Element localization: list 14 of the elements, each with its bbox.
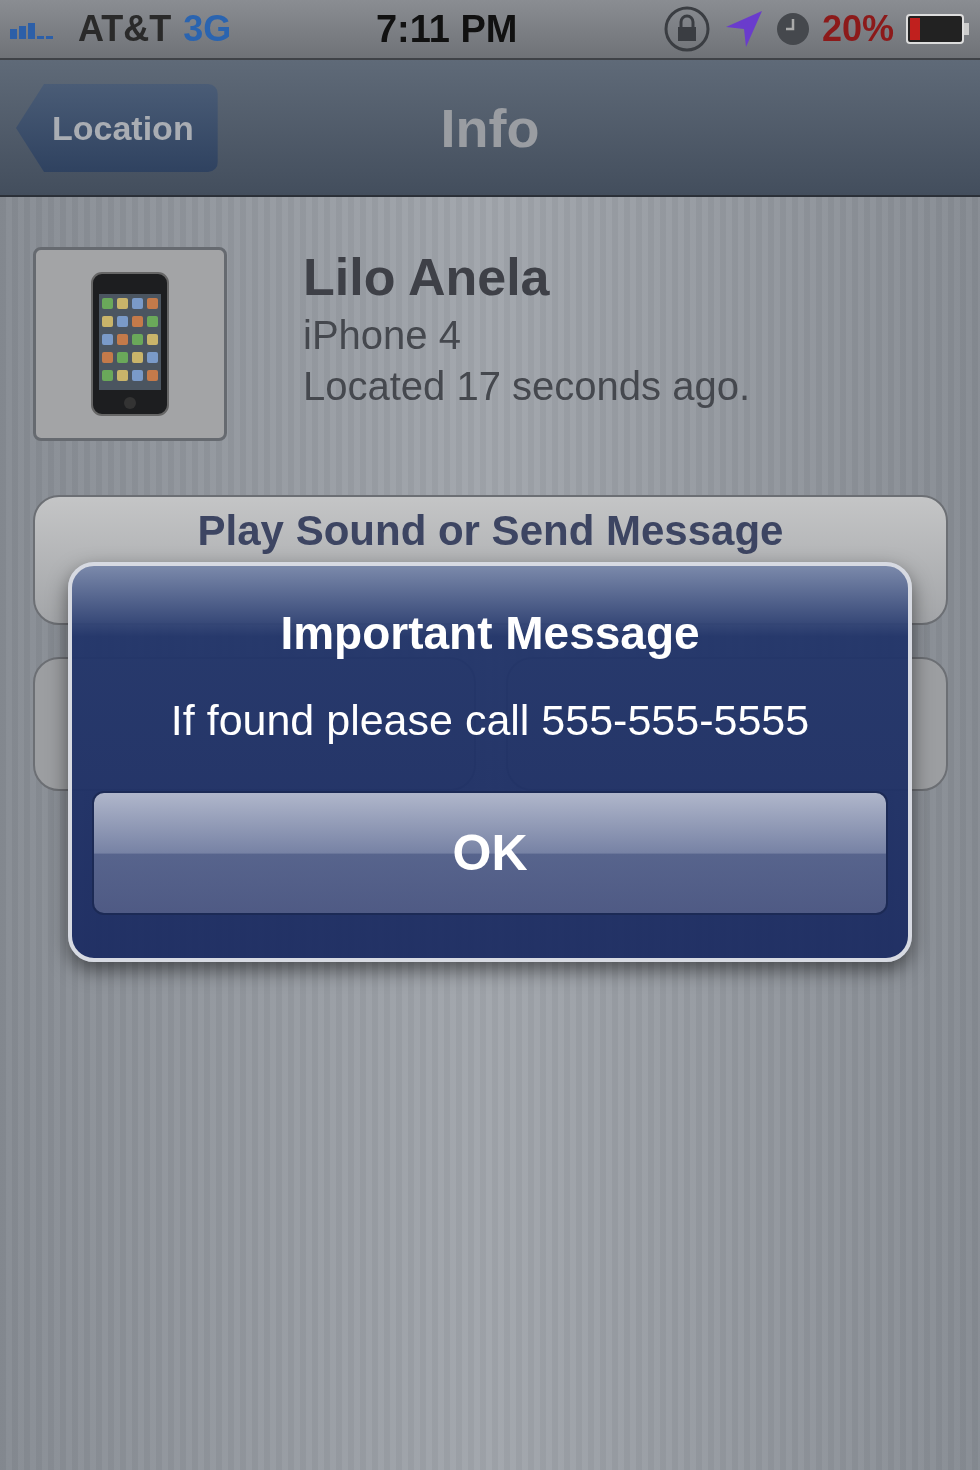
battery-percent: 20% xyxy=(821,8,894,50)
carrier-name: AT&T xyxy=(78,8,172,50)
phone-icon xyxy=(91,272,169,416)
page-title: Info xyxy=(440,96,540,159)
located-time: Located 17 seconds ago. xyxy=(303,364,750,409)
battery-icon xyxy=(906,14,970,44)
back-button[interactable]: Location xyxy=(16,84,218,172)
network-type: 3G xyxy=(183,8,232,50)
clock-icon xyxy=(775,12,810,46)
ok-button[interactable]: OK xyxy=(92,791,888,915)
alert-message: If found please call 555-555-5555 xyxy=(170,696,810,745)
device-model: iPhone 4 xyxy=(303,313,462,358)
device-name: Lilo Anela xyxy=(303,247,551,307)
clock-time: 7:11 PM xyxy=(375,7,518,51)
